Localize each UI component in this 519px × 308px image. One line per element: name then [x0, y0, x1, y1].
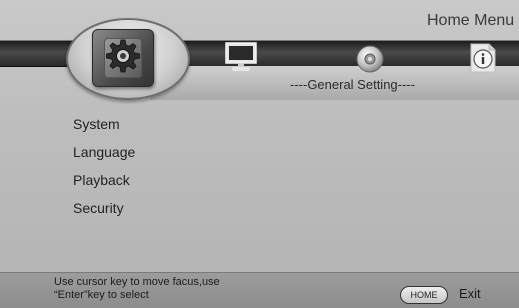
page-title: Home Menu	[427, 12, 515, 29]
help-line-1: Use cursor key to move facus,use	[54, 276, 220, 288]
menu-item-security[interactable]: Security	[73, 200, 135, 228]
info-icon[interactable]	[468, 42, 498, 74]
settings-menu: System Language Playback Security	[73, 116, 135, 228]
section-title: ----General Setting----	[290, 77, 415, 92]
monitor-icon[interactable]	[224, 42, 258, 74]
menu-item-system[interactable]: System	[73, 116, 135, 144]
disc-icon[interactable]	[355, 44, 385, 74]
help-text: Use cursor key to move facus,use “Enter”…	[54, 276, 284, 302]
settings-screen: Home Menu ----General Setting---- System…	[0, 0, 519, 308]
help-line-2: “Enter”key to select	[54, 289, 149, 301]
home-key-button[interactable]: HOME	[400, 286, 448, 304]
gear-icon	[106, 39, 140, 73]
menu-item-playback[interactable]: Playback	[73, 172, 135, 200]
exit-label: Exit	[459, 286, 481, 301]
menu-item-language[interactable]: Language	[73, 144, 135, 172]
